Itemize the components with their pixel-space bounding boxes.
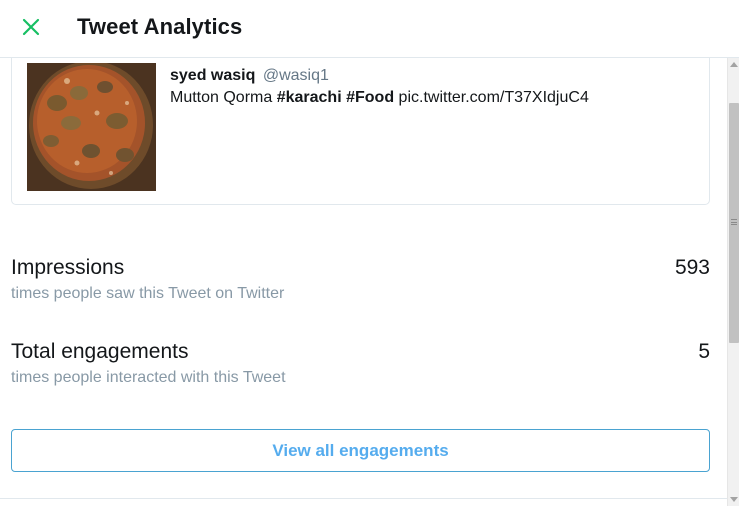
- metric-impressions: Impressions 593 times people saw this Tw…: [11, 256, 710, 312]
- tweet-text-plain: Mutton Qorma: [170, 89, 277, 106]
- tweet-media-link[interactable]: pic.twitter.com/T37XIdjuC4: [394, 89, 589, 106]
- page-title: Tweet Analytics: [77, 14, 243, 39]
- tweet-image[interactable]: [27, 63, 156, 191]
- scroll-down-arrow-icon[interactable]: [730, 497, 738, 502]
- grip-icon: [731, 219, 737, 225]
- metric-description: times people saw this Tweet on Twitter: [11, 285, 285, 302]
- metric-value: 5: [698, 340, 710, 363]
- scroll-thumb[interactable]: [729, 103, 739, 343]
- analytics-content: syed wasiq @wasiq1 Mutton Qorma #karachi…: [0, 58, 727, 506]
- metric-total-engagements: Total engagements 5 times people interac…: [11, 340, 710, 396]
- tweet-author-name[interactable]: syed wasiq: [170, 67, 255, 84]
- metric-value: 593: [674, 256, 710, 279]
- tweet-meta: syed wasiq @wasiq1: [170, 66, 690, 86]
- tweet-card[interactable]: syed wasiq @wasiq1 Mutton Qorma #karachi…: [11, 58, 710, 205]
- divider: [0, 498, 727, 499]
- view-all-engagements-button[interactable]: View all engagements: [11, 429, 710, 472]
- hashtag-food[interactable]: #Food: [346, 89, 394, 106]
- metric-description: times people interacted with this Tweet: [11, 369, 286, 386]
- scroll-up-arrow-icon[interactable]: [730, 62, 738, 67]
- tweet-author-handle[interactable]: @wasiq1: [263, 67, 329, 84]
- close-x-icon: [22, 18, 40, 41]
- close-button[interactable]: [14, 12, 48, 46]
- metric-label: Impressions: [11, 256, 125, 279]
- tweet-text: Mutton Qorma #karachi #Food pic.twitter.…: [170, 88, 690, 108]
- tweet-body: syed wasiq @wasiq1 Mutton Qorma #karachi…: [170, 66, 690, 108]
- hashtag-karachi[interactable]: #karachi: [277, 89, 342, 106]
- analytics-header: Tweet Analytics: [0, 0, 739, 58]
- metric-label: Total engagements: [11, 340, 189, 363]
- vertical-scrollbar[interactable]: [727, 58, 739, 506]
